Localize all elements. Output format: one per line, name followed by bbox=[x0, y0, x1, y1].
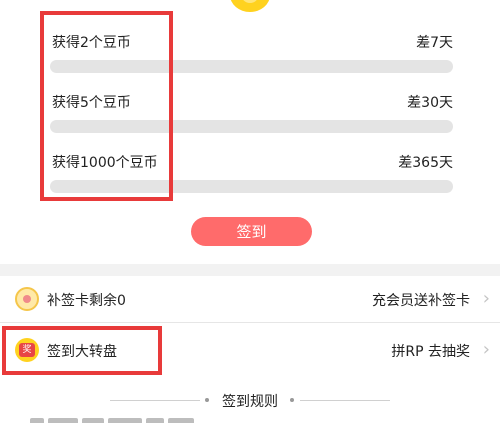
rules-text-cutoff bbox=[30, 413, 240, 423]
makeup-card-row[interactable]: 补签卡剩余0 充会员送补签卡 › bbox=[0, 276, 500, 322]
chevron-right-icon: › bbox=[482, 288, 490, 309]
prize-wheel-action[interactable]: 拼RP 去抽奖 bbox=[391, 341, 470, 361]
rules-divider-right bbox=[300, 400, 390, 401]
goal-remaining-3: 差365天 bbox=[398, 155, 453, 171]
makeup-card-action[interactable]: 充会员送补签卡 bbox=[372, 290, 470, 310]
highlight-box-goals bbox=[40, 11, 173, 201]
coin-icon bbox=[230, 0, 270, 12]
rules-title: 签到规则 bbox=[222, 394, 278, 410]
sign-in-button[interactable]: 签到 bbox=[191, 217, 312, 246]
goal-remaining-1: 差7天 bbox=[416, 35, 453, 51]
row-divider bbox=[0, 322, 500, 323]
rules-dot-right bbox=[290, 398, 294, 402]
makeup-card-title: 补签卡剩余0 bbox=[47, 293, 126, 309]
makeup-card-icon bbox=[15, 287, 39, 311]
goal-remaining-2: 差30天 bbox=[407, 95, 453, 111]
chevron-right-icon: › bbox=[482, 339, 490, 360]
highlight-box-wheel bbox=[2, 326, 162, 375]
